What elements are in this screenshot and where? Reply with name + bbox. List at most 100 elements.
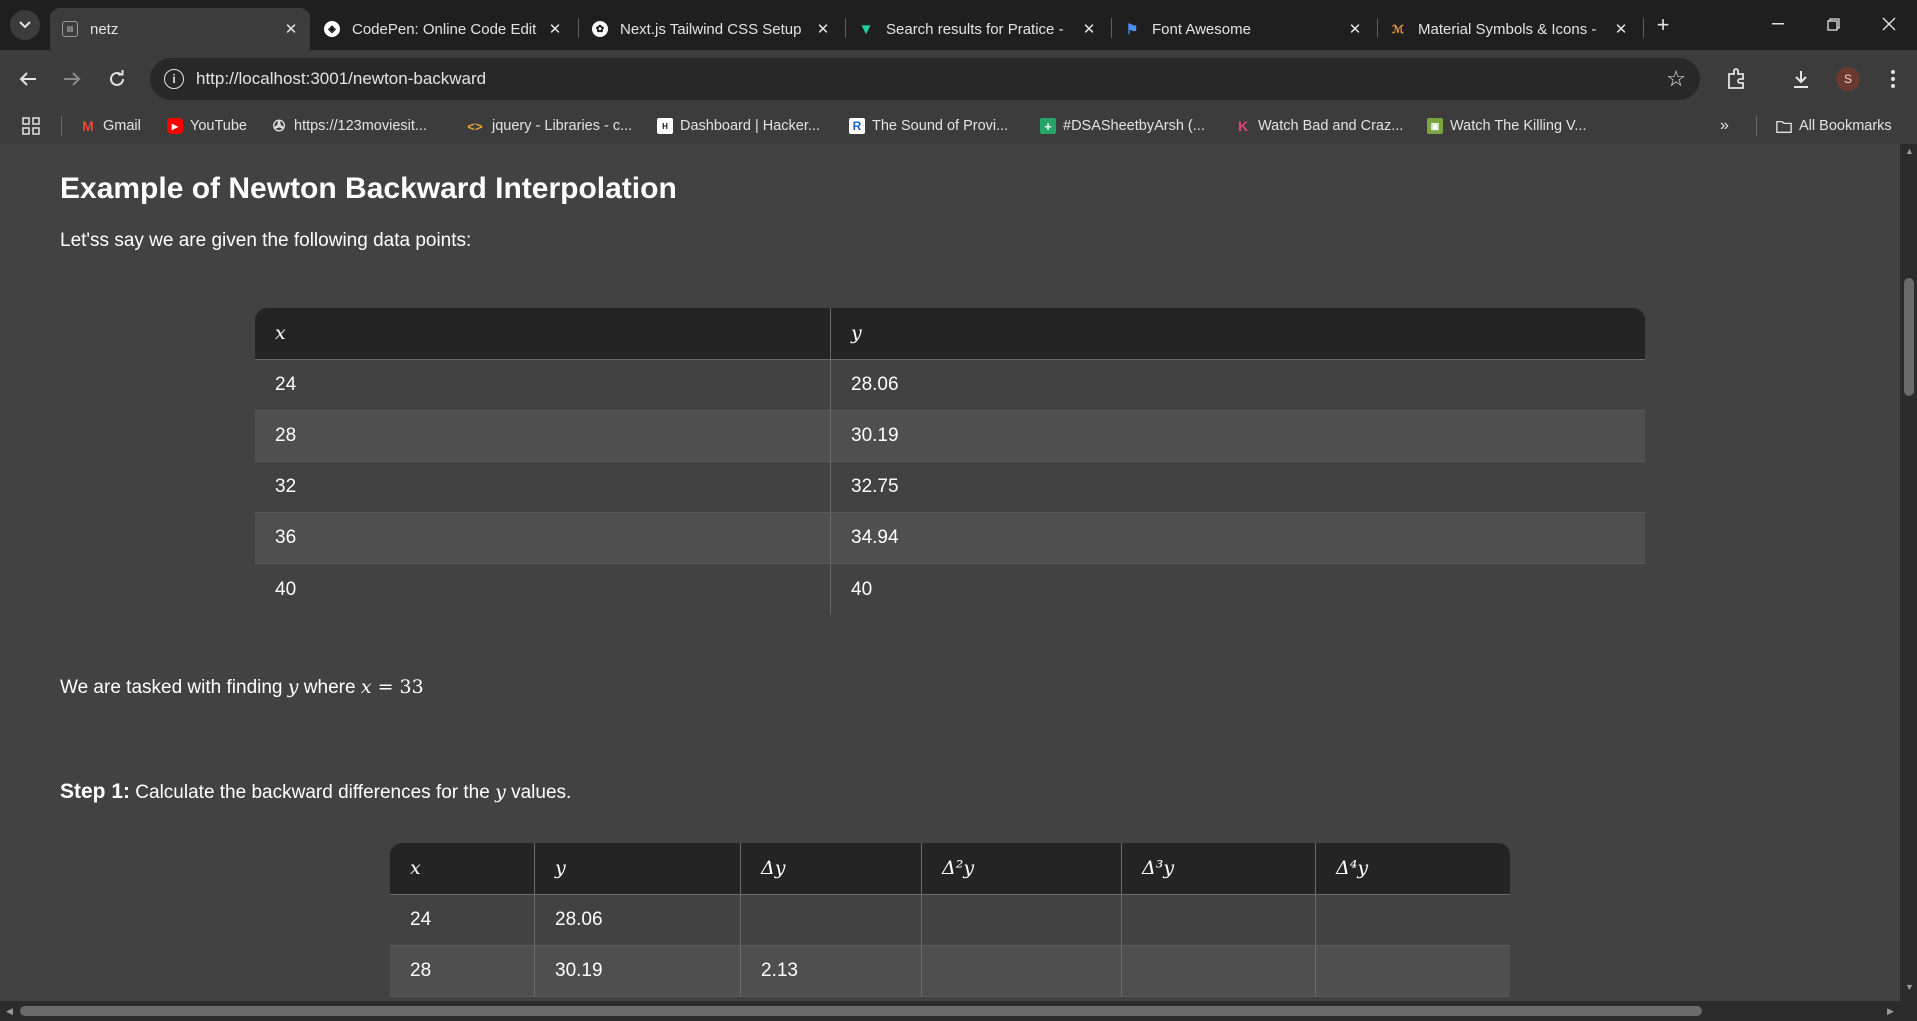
close-icon[interactable]: ✕ (1078, 18, 1100, 40)
cell-delta-y: 2.13 (741, 946, 922, 997)
close-icon[interactable]: ✕ (280, 18, 302, 40)
bookmark-sound-of-providence[interactable]: R The Sound of Provi... (849, 116, 1008, 136)
table-row: 28 30.19 (255, 411, 1645, 462)
avatar[interactable]: S (1836, 67, 1860, 91)
url-text[interactable]: http://localhost:3001/newton-backward (196, 69, 486, 89)
table-row: 24 28.06 (390, 895, 1510, 946)
close-icon (1882, 17, 1896, 31)
table-row: 36 34.94 (255, 513, 1645, 564)
table-row: 40 40 (255, 564, 1645, 615)
tab-title: Search results for Pratice - (886, 20, 1064, 38)
data-points-table: x y 24 28.06 28 30.19 32 32.75 36 34.94 … (255, 308, 1645, 615)
all-bookmarks-button[interactable]: All Bookmarks (1776, 116, 1892, 136)
bookmarks-bar: M Gmail ▶ YouTube ✇ https://123moviesit.… (0, 108, 1917, 144)
column-header-delta3-y: Δ³y (1122, 843, 1316, 895)
cell-y: 28.06 (535, 895, 741, 946)
cell-delta4-y (1316, 895, 1510, 946)
codepen-icon: ◈ (324, 21, 340, 37)
bookmark-separator (61, 116, 62, 136)
restore-button[interactable] (1810, 6, 1856, 42)
close-icon[interactable]: ✕ (1610, 18, 1632, 40)
tab-strip: ▤ netz ✕ ◈ CodePen: Online Code Edit ✕ ✿… (0, 0, 1917, 50)
bookmark-123movies[interactable]: ✇ https://123moviesit... (271, 116, 427, 136)
bookmark-label: #DSASheetbyArsh (... (1063, 118, 1205, 134)
column-header-x: x (255, 308, 831, 360)
close-window-button[interactable] (1866, 6, 1912, 42)
bookmark-hackerrank[interactable]: H Dashboard | Hacker... (657, 116, 820, 136)
flag-icon: ⚑ (1125, 20, 1139, 37)
download-icon[interactable] (1788, 66, 1814, 92)
scroll-down-arrow-icon[interactable]: ▼ (1905, 982, 1914, 992)
tab-nextjs[interactable]: ✿ Next.js Tailwind CSS Setup ✕ (580, 8, 842, 50)
tab-font-awesome[interactable]: ⚑ Font Awesome ✕ (1112, 8, 1374, 50)
bookmark-label: Dashboard | Hacker... (680, 118, 820, 134)
scroll-right-arrow-icon[interactable]: ▶ (1887, 1006, 1894, 1017)
intro-text: Let'ss say we are given the following da… (60, 230, 472, 251)
reload-button[interactable] (103, 65, 131, 93)
bookmark-dsa-sheet[interactable]: + #DSASheetbyArsh (... (1040, 116, 1205, 136)
bookmark-killing-voice[interactable]: ▣ Watch The Killing V... (1427, 116, 1586, 136)
tab-search-button[interactable] (10, 10, 40, 40)
horizontal-scroll-thumb[interactable] (20, 1006, 1702, 1016)
cell-delta4-y (1316, 946, 1510, 997)
k-logo-icon: K (1237, 118, 1249, 134)
address-bar[interactable]: i http://localhost:3001/newton-backward … (150, 58, 1700, 100)
sheets-icon: + (1040, 118, 1056, 134)
bookmark-label: Watch The Killing V... (1450, 118, 1587, 134)
vuetify-icon: ▼ (858, 20, 874, 38)
bookmark-bad-and-crazy[interactable]: K Watch Bad and Craz... (1235, 116, 1403, 136)
bookmark-star-icon[interactable]: ☆ (1666, 66, 1686, 92)
openai-icon: ✿ (592, 21, 608, 37)
back-button[interactable] (14, 65, 42, 93)
gmail-icon: M (82, 118, 94, 134)
tab-title: Font Awesome (1152, 20, 1251, 38)
bookmark-label: https://123moviesit... (294, 118, 427, 134)
horizontal-scrollbar[interactable]: ◀ ▶ (0, 1001, 1900, 1021)
tab-netz[interactable]: ▤ netz ✕ (50, 8, 310, 50)
tab-title: Next.js Tailwind CSS Setup (620, 20, 802, 38)
scroll-left-arrow-icon[interactable]: ◀ (6, 1006, 13, 1017)
bookmark-label: jquery - Libraries - c... (492, 118, 633, 134)
film-reel-icon: ✇ (272, 118, 286, 135)
material-icon: ℳ (1392, 23, 1404, 36)
apps-icon[interactable] (22, 116, 40, 136)
bookmark-youtube[interactable]: ▶ YouTube (167, 116, 247, 136)
column-header-delta-y: Δy (741, 843, 922, 895)
chevron-down-icon (19, 21, 31, 29)
page-icon: ▤ (62, 21, 78, 37)
table-row: 32 32.75 (255, 462, 1645, 513)
vertical-scroll-thumb[interactable] (1904, 278, 1914, 396)
forward-button[interactable] (58, 65, 86, 93)
vertical-scrollbar[interactable]: ▲ ▼ (1900, 144, 1917, 1001)
close-icon[interactable]: ✕ (1344, 18, 1366, 40)
cell-y: 40 (831, 564, 1645, 615)
tab-material-symbols[interactable]: ℳ Material Symbols & Icons - ✕ (1378, 8, 1640, 50)
more-bookmarks-icon[interactable]: » (1720, 116, 1729, 136)
cell-x: 36 (255, 513, 831, 564)
bookmark-label: Watch Bad and Craz... (1258, 118, 1404, 134)
bookmark-gmail[interactable]: M Gmail (80, 116, 141, 136)
close-icon[interactable]: ✕ (812, 18, 834, 40)
cell-y: 32.75 (831, 462, 1645, 513)
cell-y: 28.06 (831, 360, 1645, 411)
tab-title: CodePen: Online Code Edit (352, 20, 537, 38)
tab-separator (1643, 18, 1644, 38)
extensions-icon[interactable] (1723, 66, 1749, 92)
bookmark-jquery[interactable]: <> jquery - Libraries - c... (465, 116, 632, 136)
bookmark-label: The Sound of Provi... (872, 118, 1009, 134)
new-tab-button[interactable]: + (1650, 12, 1676, 38)
page-viewport: Example of Newton Backward Interpolation… (0, 144, 1900, 1001)
cell-x: 32 (255, 462, 831, 513)
site-info-icon[interactable]: i (164, 69, 184, 89)
tab-title: netz (90, 20, 119, 38)
more-menu-icon[interactable] (1880, 66, 1906, 92)
page-title: Example of Newton Backward Interpolation (60, 172, 677, 205)
step-1-text: Step 1: Calculate the backward differenc… (60, 780, 572, 803)
tab-codepen[interactable]: ◈ CodePen: Online Code Edit ✕ (312, 8, 574, 50)
minimize-button[interactable] (1755, 6, 1801, 42)
all-bookmarks-label: All Bookmarks (1799, 118, 1892, 134)
tab-search-results[interactable]: ▼ Search results for Pratice - ✕ (846, 8, 1108, 50)
close-icon[interactable]: ✕ (544, 18, 566, 40)
tab-separator (578, 18, 579, 38)
scroll-up-arrow-icon[interactable]: ▲ (1905, 146, 1914, 156)
